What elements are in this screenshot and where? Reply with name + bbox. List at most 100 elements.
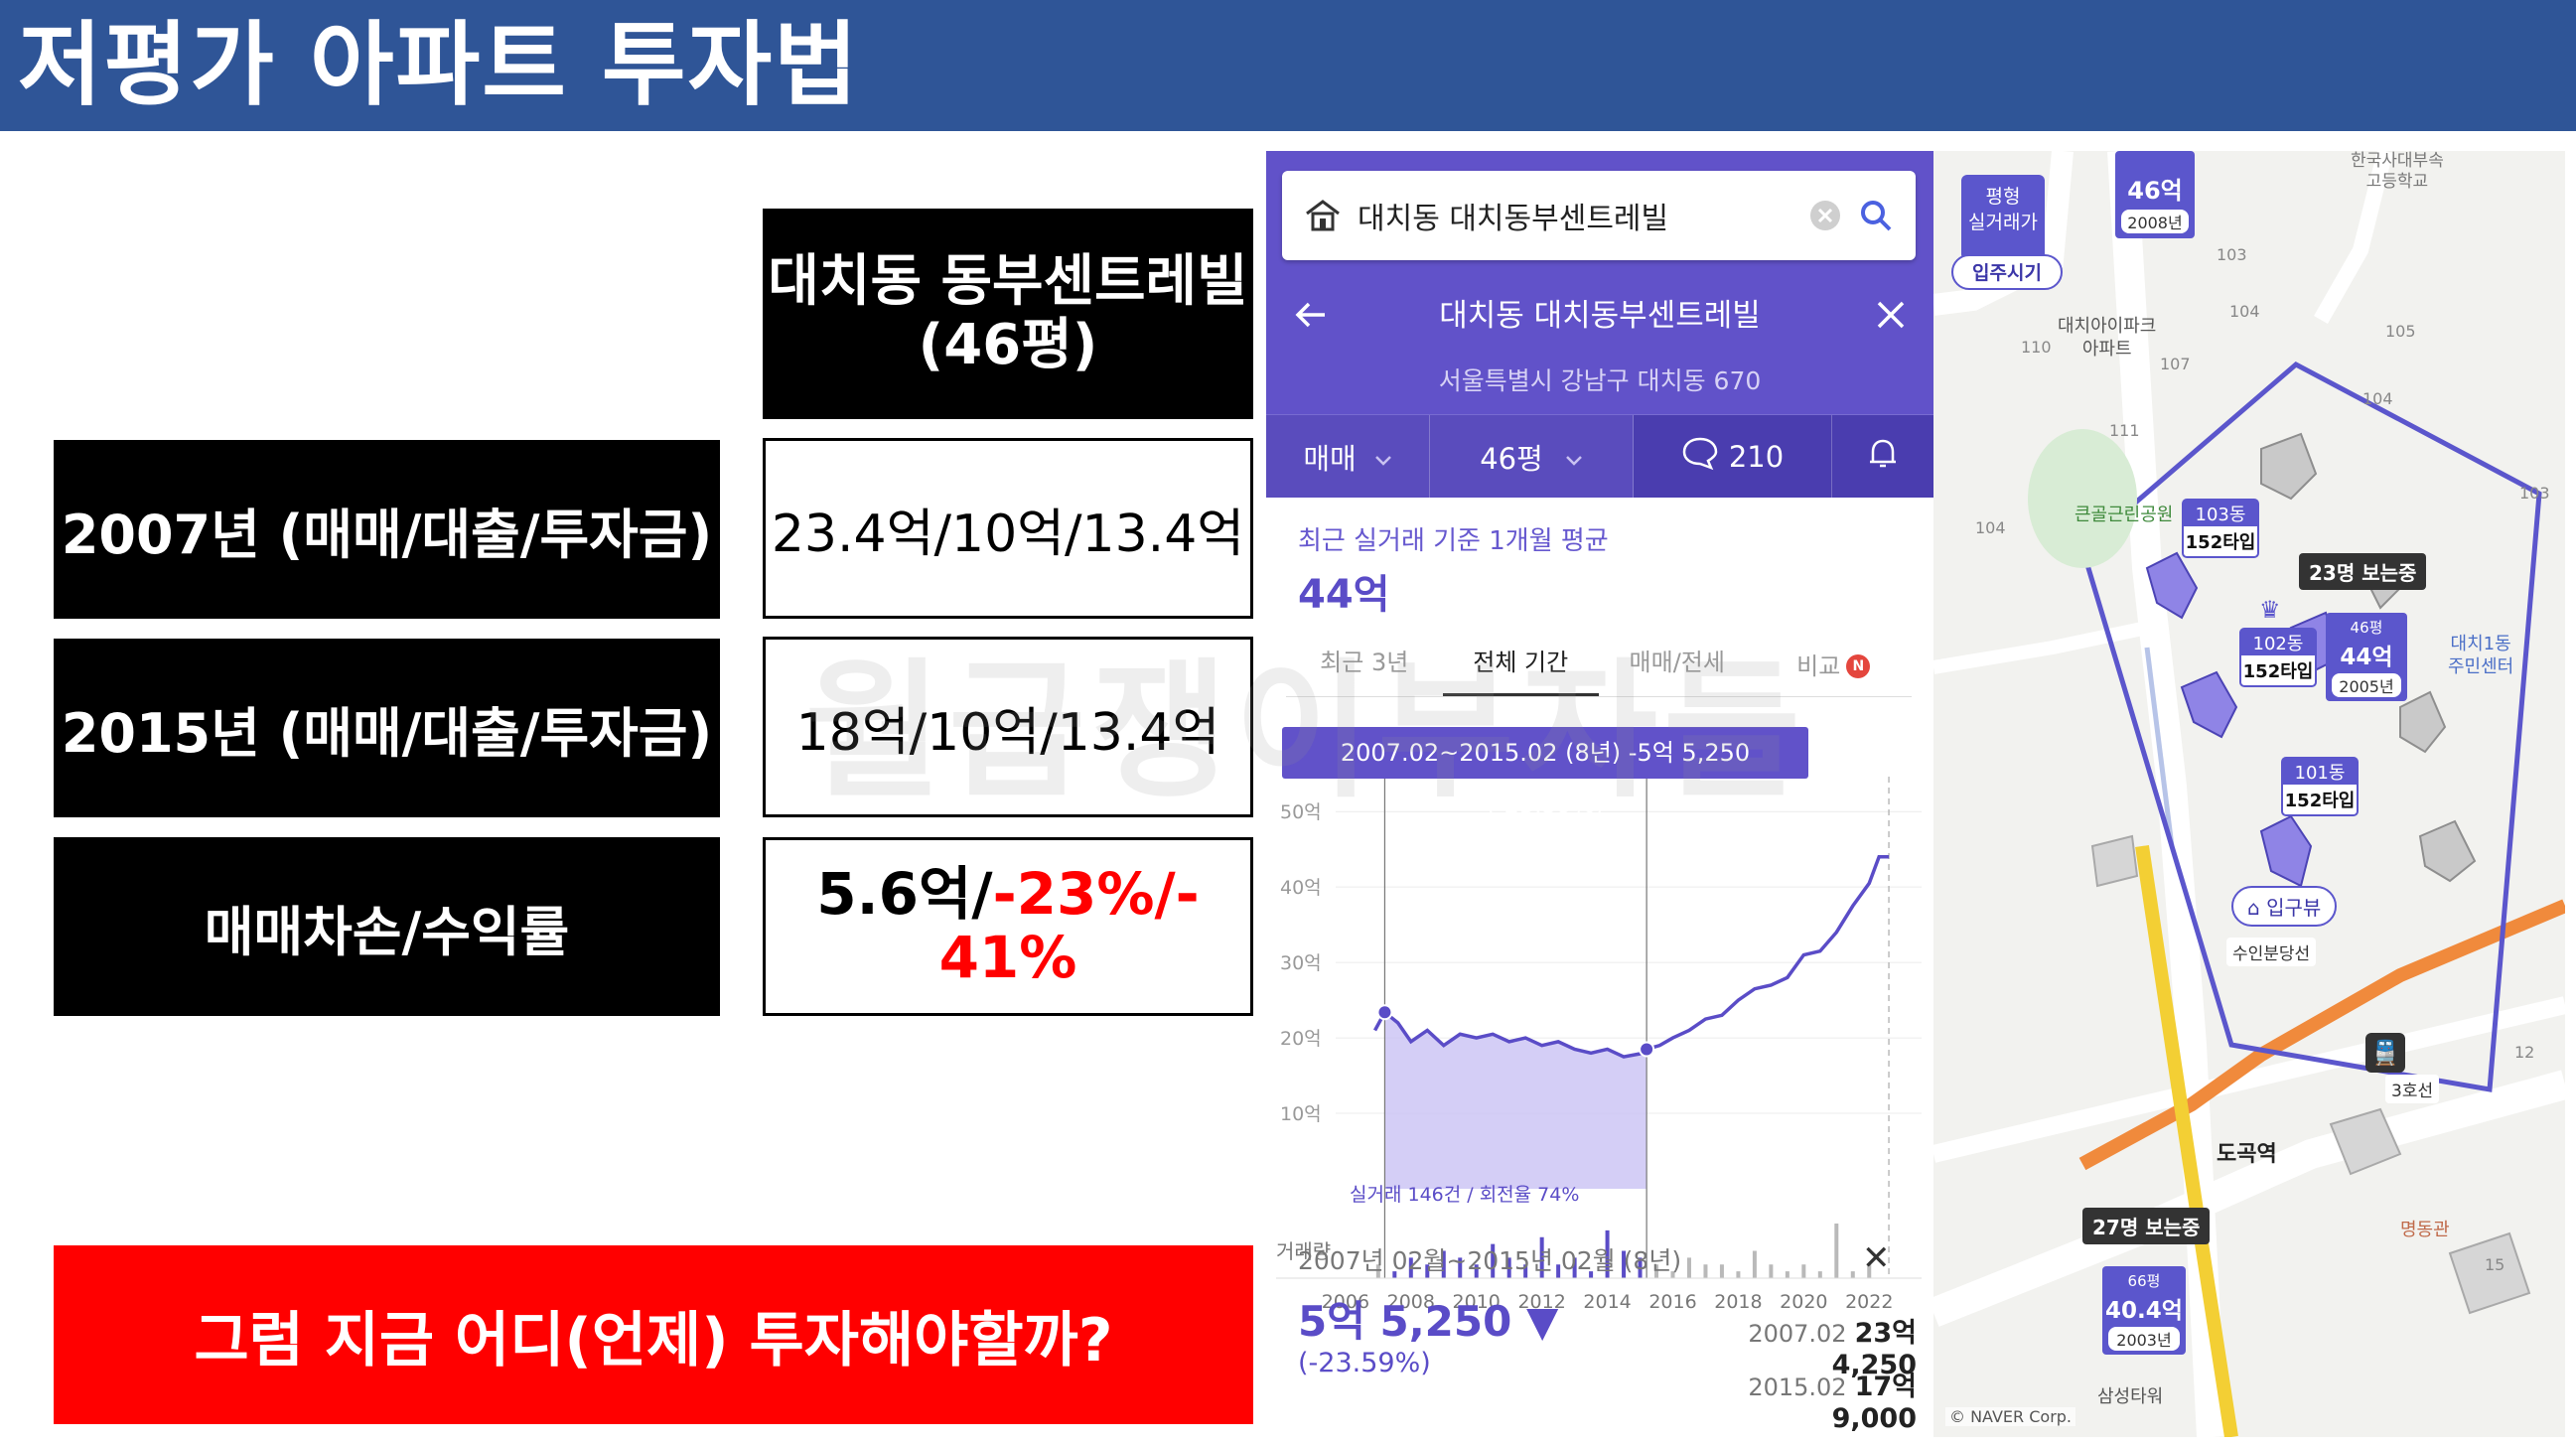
row-value-loss: 5.6억/-23%/- 41% (763, 837, 1253, 1016)
selection-range: 2007년 02월~2015년 02월 (8년) (1298, 1246, 1682, 1275)
apartment-header: 대치동 동부센트레빌 (46평) (763, 209, 1253, 419)
return-rate: 41% (938, 924, 1077, 991)
station-dogok[interactable]: 도곡역 (2217, 1136, 2277, 1168)
building-tag-102-type: 152타입 (2242, 661, 2314, 682)
building-tag-101-dong: 101동 (2283, 759, 2357, 785)
volume-bar (1703, 1264, 1708, 1278)
map-layer-pill[interactable]: 평형 실거래가 (1961, 175, 2045, 260)
crown-icon: ♛ (2259, 596, 2281, 624)
row-label-2015: 2015년 (매매/대출/투자금) (54, 639, 720, 817)
address-text: 서울특별시 강남구 대치동 670 (1438, 366, 1762, 395)
price-marker-bottom[interactable]: 66평 40.4억 2003년 (2102, 1266, 2186, 1355)
place-park[interactable]: 큰골근린공원 (2075, 501, 2173, 526)
volume-bar (1719, 1264, 1724, 1278)
target-year: 2005년 (2332, 673, 2401, 697)
app-header: 대치동 대치동부센트레빌 대치동 대치동부센트레빌 서울특별시 강남구 대치동 … (1266, 151, 1933, 498)
selection-delta-percent: (-23.59%) (1298, 1348, 1431, 1378)
volume-bar (1752, 1250, 1757, 1278)
volume-bar (1686, 1257, 1691, 1278)
x-tick-label: 2022 (1845, 1291, 1893, 1313)
loss-rate: -23%/- (992, 860, 1200, 929)
y-tick-label: 10억 (1280, 1103, 1322, 1125)
x-tick-label: 2016 (1648, 1291, 1696, 1313)
apartment-name: 대치동 동부센트레빌 (768, 248, 1248, 314)
row-value-2007: 23.4억/10억/13.4억 (763, 438, 1253, 619)
price-marker-target[interactable]: 46평 44억 2005년 (2326, 613, 2407, 701)
end-date: 2015.02 (1748, 1374, 1847, 1401)
y-tick-label: 40억 (1280, 877, 1322, 899)
map-view[interactable]: 평형 실거래가 입주시기 46억 2008년 대치아이파크 아파트 한국사대부속… (1933, 151, 2565, 1437)
watermark: 월급쟁이부자들 (804, 646, 1806, 818)
place-school-name: 한국사대부속 (2351, 151, 2444, 171)
trade-type-dropdown[interactable]: 매매 (1266, 415, 1430, 498)
building-tag-102[interactable]: 102동 152타입 (2239, 628, 2317, 687)
bell-icon (1865, 435, 1901, 478)
volume-bar (1736, 1271, 1741, 1278)
start-date: 2007.02 (1748, 1320, 1847, 1348)
entrance-view-button[interactable]: ⌂ 입구뷰 (2231, 886, 2338, 927)
slide-title: 저평가 아파트 투자법 (18, 12, 860, 118)
close-icon[interactable] (1868, 292, 1914, 338)
viewers-badge-top: 23명 보는중 (2299, 553, 2427, 590)
apartment-size: (46평) (918, 313, 1098, 377)
place-community-center[interactable]: 대치1동 주민센터 (2448, 633, 2513, 679)
street-number: 104 (2229, 302, 2260, 321)
size-label: 46평 (1480, 441, 1543, 476)
building-tag-103-type: 152타입 (2185, 532, 2256, 553)
volume-bar (1769, 1264, 1774, 1278)
comment-count: 210 (1728, 439, 1785, 474)
x-tick-label: 2014 (1583, 1291, 1631, 1313)
search-bar[interactable]: 대치동 대치동부센트레빌 (1282, 171, 1916, 260)
notification-button[interactable] (1832, 415, 1933, 498)
price-marker-top[interactable]: 46억 2008년 (2115, 151, 2195, 238)
filter-bar: 매매 46평 210 (1266, 414, 1933, 498)
home-icon: ⌂ (2247, 896, 2260, 920)
building-tag-101[interactable]: 101동 152타입 (2281, 757, 2359, 816)
street-number: 105 (2385, 322, 2416, 341)
question-banner: 그럼 지금 어디(언제) 투자해야할까? (54, 1245, 1253, 1424)
search-icon[interactable] (1858, 198, 1894, 233)
place-school[interactable]: 한국사대부속 고등학교 (2351, 151, 2444, 194)
clear-icon[interactable] (1808, 199, 1842, 232)
nav-title: 대치동 대치동부센트레빌 (1439, 298, 1761, 334)
chevron-down-icon (1565, 440, 1583, 474)
bottom-price: 40.4억 (2105, 1298, 2183, 1324)
street-number: 103 (2519, 484, 2550, 503)
speech-bubble-icon (1681, 435, 1719, 478)
building-tag-101-type: 152타입 (2284, 791, 2356, 811)
transactions-note: 실거래 146건 / 회전율 74% (1350, 1184, 1579, 1206)
community-center-type: 주민센터 (2448, 656, 2514, 678)
move-in-filter[interactable]: 입주시기 (1951, 254, 2063, 290)
chevron-down-icon (1374, 440, 1392, 474)
search-input[interactable]: 대치동 대치동부센트레빌 (1358, 194, 1808, 237)
street-number: 111 (2109, 421, 2140, 440)
volume-bar (1817, 1271, 1822, 1278)
price-marker-top-year: 2008년 (2121, 210, 2189, 233)
size-dropdown[interactable]: 46평 (1430, 415, 1634, 498)
place-daechi-ipark[interactable]: 대치아이파크 아파트 (2058, 315, 2156, 362)
place-school-type: 고등학교 (2365, 172, 2429, 193)
street-number: 15 (2485, 1255, 2505, 1274)
layer-size-label: 평형 (1985, 186, 2021, 208)
trade-type-label: 매매 (1303, 441, 1357, 476)
building-tag-103-dong: 103동 (2184, 501, 2257, 526)
y-tick-label: 20억 (1280, 1028, 1322, 1050)
target-size: 46평 (2350, 619, 2383, 637)
layer-price-label: 실거래가 (1968, 211, 2038, 233)
street-number: 104 (1975, 518, 2006, 537)
street-number: 107 (2160, 355, 2191, 373)
bottom-size: 66평 (2127, 1272, 2161, 1290)
target-price: 44억 (2340, 645, 2393, 670)
place-myeongdonggwan[interactable]: 명동관 (2400, 1216, 2450, 1241)
place-samsung-tower[interactable]: 삼성타워 (2097, 1382, 2163, 1408)
street-number: 104 (2362, 389, 2393, 408)
selection-close-icon[interactable]: ✕ (1862, 1238, 1891, 1278)
range-point (1376, 1004, 1393, 1021)
place-daechi-ipark-type: 아파트 (2081, 339, 2132, 361)
selection-end-point: 2015.02 17억 9,000 (1658, 1365, 1917, 1434)
comments-button[interactable]: 210 (1634, 415, 1832, 498)
y-tick-label: 30억 (1280, 952, 1322, 974)
selection-delta: 5억 5,250 ▼ (1298, 1297, 1559, 1346)
volume-bar (1801, 1264, 1806, 1278)
building-tag-103[interactable]: 103동 152타입 (2182, 499, 2259, 558)
